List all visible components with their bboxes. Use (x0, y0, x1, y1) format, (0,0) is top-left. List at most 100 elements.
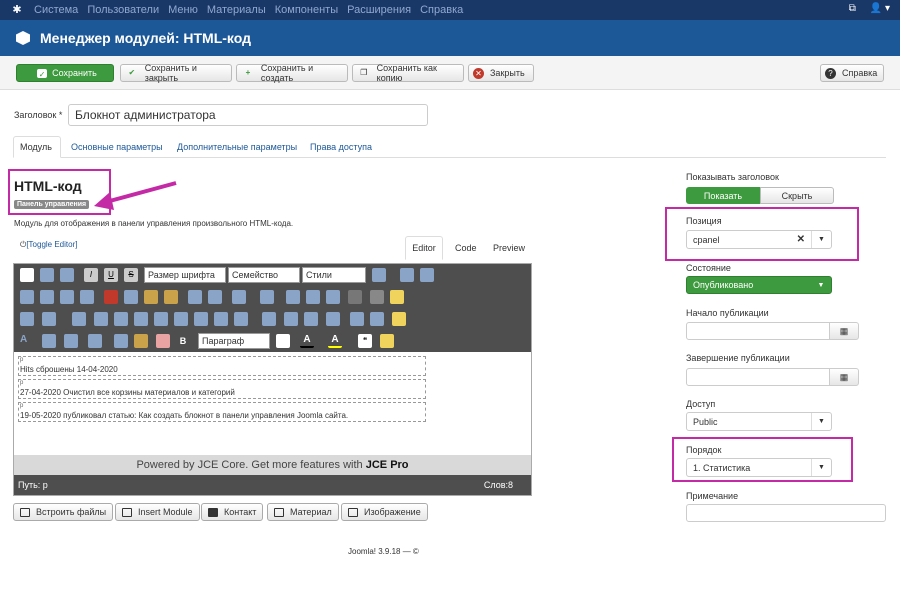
template-icon[interactable] (380, 334, 394, 348)
eraser-icon[interactable] (156, 334, 170, 348)
article-button[interactable]: Материал (267, 503, 339, 521)
styles-select[interactable]: Стили (302, 267, 366, 283)
chevron-down-icon[interactable]: ▼ (811, 231, 831, 248)
clear-icon[interactable]: ✕ (797, 234, 805, 245)
link-icon[interactable] (42, 334, 56, 348)
embed-files-button[interactable]: Встроить файлы (13, 503, 114, 521)
note-input[interactable] (686, 504, 886, 522)
align-left-icon[interactable] (20, 290, 34, 304)
editor-tab-editor[interactable]: Editor (405, 236, 443, 260)
cut-icon[interactable] (104, 290, 118, 304)
binoculars-icon[interactable] (372, 268, 386, 282)
menu-components[interactable]: Компоненты (275, 4, 338, 16)
insert-row-after-icon[interactable] (114, 312, 128, 326)
access-select[interactable]: Public ▼ (686, 412, 832, 431)
order-select[interactable]: 1. Статистика ▼ (686, 458, 832, 477)
undo-icon[interactable] (40, 268, 54, 282)
tab-module[interactable]: Модуль (13, 136, 61, 158)
save-copy-button[interactable]: ❐ Сохранить как копию (352, 63, 464, 83)
save-close-button[interactable]: ✔ Сохранить и закрыть (120, 63, 232, 83)
paragraph-1[interactable]: p Hits сброшены 14-04-2020 (18, 356, 426, 376)
menu-content[interactable]: Материалы (207, 4, 266, 16)
cleanup-icon[interactable] (134, 334, 148, 348)
insert-module-button[interactable]: Insert Module (115, 503, 200, 521)
move-backward-icon[interactable] (304, 312, 318, 326)
indent-icon[interactable] (188, 290, 202, 304)
strikethrough-icon[interactable]: S (124, 268, 138, 282)
editor-content[interactable]: p Hits сброшены 14-04-2020 p 27-04-2020 … (14, 352, 531, 455)
joomla-logo-icon[interactable]: ✱ (8, 3, 26, 17)
align-justify-icon[interactable] (80, 290, 94, 304)
menu-extensions[interactable]: Расширения (347, 4, 411, 16)
underline-icon[interactable]: U (104, 268, 118, 282)
menu-system[interactable]: Система (34, 4, 78, 16)
title-input[interactable]: Блокнот администратора (68, 104, 428, 126)
menu-help[interactable]: Справка (420, 4, 463, 16)
publish-down-input[interactable] (686, 368, 830, 386)
calendar-icon[interactable]: ▦ (829, 368, 859, 386)
attributes-icon[interactable] (370, 312, 384, 326)
bold-icon[interactable]: B (176, 334, 190, 348)
hr-icon[interactable] (370, 290, 384, 304)
state-select[interactable]: Опубликовано ▼ (686, 276, 832, 294)
paragraph-2[interactable]: p 27-04-2020 Очистил все корзины материа… (18, 379, 426, 399)
paragraph-3[interactable]: p 19-05-2020 публиковал статью: Как созд… (18, 402, 426, 422)
save-new-button[interactable]: + Сохранить и создать (236, 63, 348, 83)
editor-tab-code[interactable]: Code (455, 243, 477, 253)
bullet-list-icon[interactable] (260, 290, 274, 304)
text-color-icon[interactable]: A (300, 334, 314, 348)
align-center-icon[interactable] (40, 290, 54, 304)
redo-icon[interactable] (60, 268, 74, 282)
external-link-icon[interactable]: ⧉ (849, 3, 856, 14)
show-title-hide-button[interactable]: Скрыть (760, 187, 834, 204)
user-icon[interactable]: 👤 ▾ (870, 3, 890, 14)
jce-pro-link[interactable]: JCE Pro (366, 459, 409, 471)
anchor-icon[interactable] (88, 334, 102, 348)
font-size-select[interactable]: Размер шрифта (144, 267, 226, 283)
table-props-icon[interactable] (20, 312, 34, 326)
close-button[interactable]: ✕ Закрыть (468, 64, 534, 82)
insert-col-after-icon[interactable] (174, 312, 188, 326)
insert-col-before-icon[interactable] (154, 312, 168, 326)
unlink-icon[interactable] (64, 334, 78, 348)
image-icon[interactable] (114, 334, 128, 348)
preview-icon[interactable] (420, 268, 434, 282)
table-icon[interactable] (390, 290, 404, 304)
split-cells-icon[interactable] (214, 312, 228, 326)
menu-menus[interactable]: Меню (168, 4, 198, 16)
editor-tab-preview[interactable]: Preview (493, 243, 525, 253)
charmap-icon[interactable] (348, 290, 362, 304)
help-button[interactable]: ? Справка (820, 64, 884, 82)
show-title-show-button[interactable]: Показать (686, 187, 760, 204)
bg-color-icon[interactable]: A (328, 334, 342, 348)
menu-users[interactable]: Пользователи (87, 4, 159, 16)
cell-props-icon[interactable] (72, 312, 86, 326)
delete-row-icon[interactable] (134, 312, 148, 326)
chevron-down-icon[interactable]: ▼ (811, 277, 831, 293)
tab-permissions[interactable]: Права доступа (304, 136, 378, 158)
tab-basic-options[interactable]: Основные параметры (65, 136, 169, 158)
outdent-icon[interactable] (208, 290, 222, 304)
image-button[interactable]: Изображение (341, 503, 428, 521)
position-select[interactable]: cpanel ✕ ▼ (686, 230, 832, 249)
italic-icon[interactable]: I (84, 268, 98, 282)
chevron-down-icon[interactable]: ▼ (811, 459, 831, 476)
spellcheck-icon[interactable]: A (20, 334, 34, 348)
copy-text-icon[interactable] (124, 290, 138, 304)
toggle-editor-link[interactable]: ⏻[Toggle Editor] (20, 240, 77, 250)
superscript-icon[interactable] (326, 290, 340, 304)
blockquote-icon[interactable] (286, 290, 300, 304)
contact-button[interactable]: Контакт (201, 503, 264, 521)
move-forward-icon[interactable] (284, 312, 298, 326)
save-button[interactable]: ✓ Сохранить (16, 64, 114, 82)
insert-row-before-icon[interactable] (94, 312, 108, 326)
source-code-icon[interactable] (392, 312, 406, 326)
quote-icon[interactable]: ❝ (358, 334, 372, 348)
ordered-list-icon[interactable] (232, 290, 246, 304)
tab-advanced-options[interactable]: Дополнительные параметры (171, 136, 303, 158)
publish-up-input[interactable] (686, 322, 830, 340)
align-right-icon[interactable] (60, 290, 74, 304)
font-family-select[interactable]: Семейство (228, 267, 300, 283)
absolute-icon[interactable] (326, 312, 340, 326)
fullscreen-icon[interactable] (400, 268, 414, 282)
